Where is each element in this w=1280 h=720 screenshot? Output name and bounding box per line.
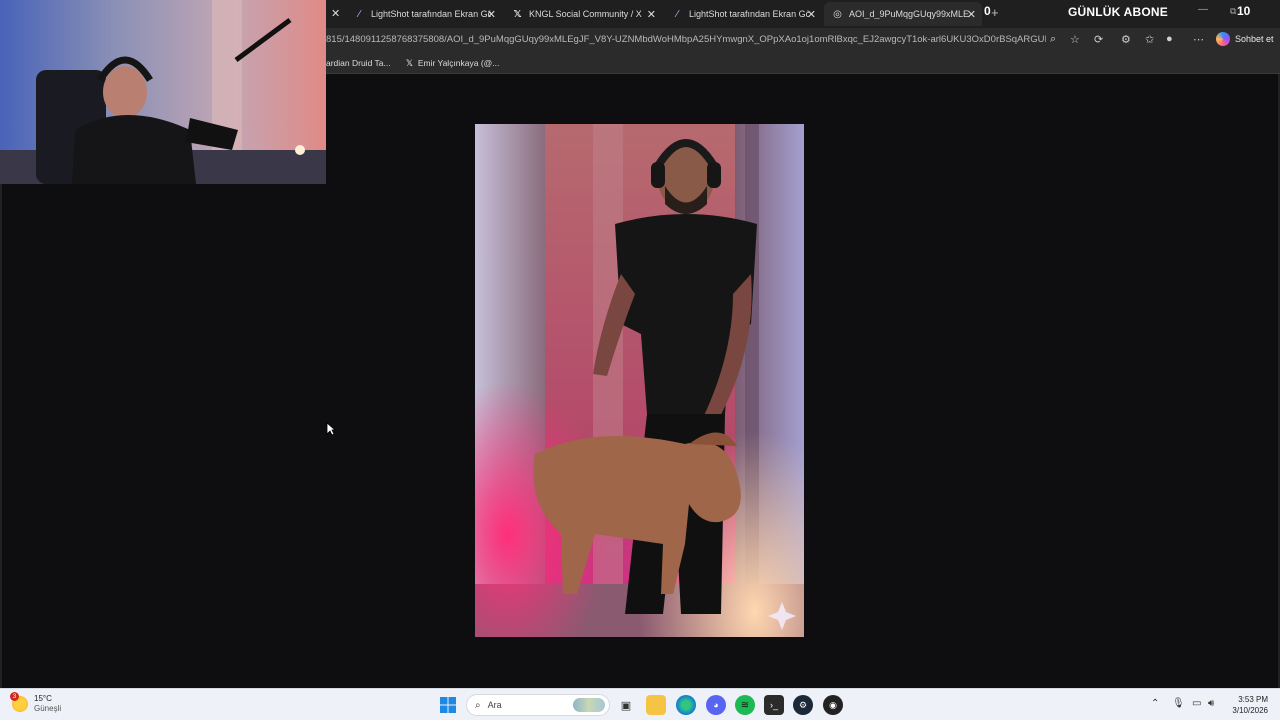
x-logo-icon: 𝕏 <box>513 8 522 20</box>
subscriber-goal-title: GÜNLÜK ABONE <box>1068 5 1168 19</box>
microphone-icon[interactable]: 🎙︎ <box>1172 698 1185 709</box>
tab-close-button[interactable]: ✕ <box>331 7 340 20</box>
app-icon[interactable]: ◉ <box>823 695 843 715</box>
windows-start-icon[interactable] <box>438 695 458 715</box>
feather-icon: ∕ <box>358 8 361 20</box>
photo-illustration <box>475 124 804 637</box>
webcam-illustration <box>0 0 326 184</box>
displayed-photo[interactable] <box>475 124 804 637</box>
weather-widget[interactable]: 3 15°C Güneşli <box>10 692 62 714</box>
webcam-overlay <box>0 0 326 184</box>
bookmark-item[interactable]: 𝕏 Emir Yalçınkaya (@... <box>406 58 499 69</box>
favorites-icon[interactable]: ✩ <box>1145 33 1154 46</box>
profile-icon[interactable]: ● <box>1166 33 1173 45</box>
favorite-star-icon[interactable]: ☆ <box>1070 33 1080 46</box>
weather-temperature: 15°C <box>34 694 52 703</box>
volume-icon[interactable]: 🔊︎ <box>1208 698 1214 709</box>
refresh-extension-icon[interactable]: ⟳ <box>1094 33 1103 46</box>
left-counter: 0 <box>984 4 991 18</box>
bookmark-label: Emir Yalçınkaya (@... <box>417 58 500 68</box>
copilot-label: Sohbet et <box>1235 34 1274 44</box>
tab-label: AOI_d_9PuMqgGUqy99xMLEgJF_V <box>849 9 969 19</box>
terminal-icon[interactable]: ›_ <box>764 695 784 715</box>
task-view-icon[interactable]: ▣ <box>616 695 636 715</box>
taskbar-search[interactable]: ⌕ Ara <box>466 694 610 716</box>
tab-close-button[interactable]: ✕ <box>807 8 816 21</box>
windows-taskbar: 3 15°C Güneşli ⌕ Ara ▣ ◕ ≋ ›_ ⚙ ◉ ⌃ 🎙︎ ▭… <box>0 688 1280 720</box>
spotify-icon[interactable]: ≋ <box>735 695 755 715</box>
tab-label: LightShot tarafından Ekran Görüntü <box>371 9 491 19</box>
restore-icon[interactable]: ⧉ <box>1230 6 1236 17</box>
search-placeholder: Ara <box>487 700 502 710</box>
sun-icon: 3 <box>10 692 28 712</box>
tab-label: LightShot tarafından Ekran Görüntü <box>689 9 809 19</box>
tab-close-button[interactable]: ✕ <box>647 8 656 21</box>
steam-icon[interactable]: ⚙ <box>793 695 813 715</box>
globe-icon: ◎ <box>833 8 842 20</box>
browser-tab[interactable]: 𝕏 KNGL Social Community / X ✕ <box>504 2 662 26</box>
copilot-button[interactable]: Sohbet et <box>1216 32 1274 46</box>
bookmark-item[interactable]: ardian Druid Ta... <box>326 58 391 68</box>
more-menu-icon[interactable]: ⋯ <box>1193 33 1204 46</box>
weather-description: Güneşli <box>34 704 62 713</box>
x-logo-icon: 𝕏 <box>406 58 413 68</box>
clock-time: 3:53 PM <box>1238 695 1268 704</box>
chevron-up-icon[interactable]: ⌃ <box>1151 698 1159 709</box>
zoom-icon[interactable]: ⌕ <box>1050 33 1056 46</box>
tab-label: KNGL Social Community / X <box>529 9 642 19</box>
browser-tab[interactable]: ∕ LightShot tarafından Ekran Görüntü ✕ <box>664 2 822 26</box>
discord-icon[interactable]: ◕ <box>706 695 726 715</box>
mouse-cursor-icon <box>326 422 336 436</box>
url-field[interactable]: 815/1480911258768375808/AOI_d_9PuMqgGUqy… <box>326 34 1046 45</box>
browser-tab[interactable]: ∕ LightShot tarafından Ekran Görüntü ✕ <box>346 2 502 26</box>
notification-badge: 3 <box>10 692 19 701</box>
clock-date: 3/10/2026 <box>1232 706 1268 715</box>
right-counter: 10 <box>1237 4 1251 18</box>
extensions-icon[interactable]: ⚙ <box>1121 33 1131 46</box>
search-icon: ⌕ <box>475 699 481 711</box>
browser-tab-active[interactable]: ◎ AOI_d_9PuMqgGUqy99xMLEgJF_V ✕ <box>824 2 982 26</box>
bookmark-label: ardian Druid Ta... <box>326 58 391 68</box>
edge-browser-icon[interactable] <box>676 695 696 715</box>
feather-icon: ∕ <box>676 8 679 20</box>
screen: ✕ ∕ LightShot tarafından Ekran Görüntü ✕… <box>0 0 1280 720</box>
network-icon[interactable]: ▭ <box>1192 698 1201 709</box>
file-explorer-icon[interactable] <box>646 695 666 715</box>
copilot-icon <box>1216 32 1230 46</box>
system-clock[interactable]: 3:53 PM 3/10/2026 <box>1228 694 1268 716</box>
search-highlight-image <box>573 698 605 712</box>
tab-close-button[interactable]: ✕ <box>967 8 976 21</box>
minimize-icon[interactable]: — <box>1198 4 1208 15</box>
tab-close-button[interactable]: ✕ <box>487 8 496 21</box>
new-tab-button[interactable]: + <box>991 5 999 20</box>
